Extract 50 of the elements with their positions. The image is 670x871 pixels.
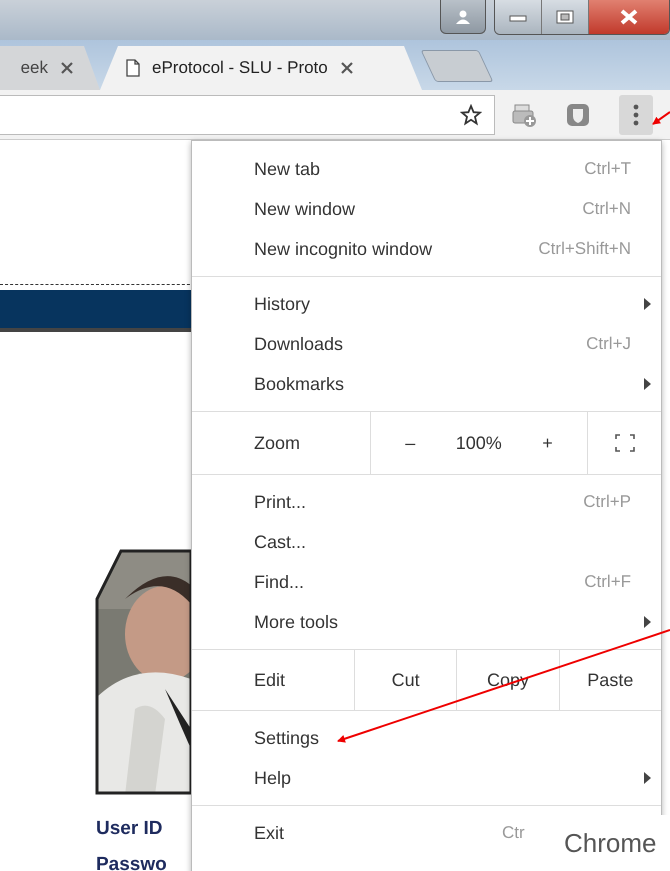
field-label: Passwo <box>96 853 167 871</box>
shield-icon[interactable] <box>565 102 591 128</box>
printer-plus-icon[interactable] <box>511 102 537 128</box>
star-icon[interactable] <box>460 104 482 126</box>
document-icon <box>126 59 140 77</box>
edit-button[interactable]: Cut <box>355 650 458 710</box>
tooltip-text: Chrome <box>564 828 656 858</box>
menu-icon <box>633 104 639 126</box>
menu-item[interactable]: History <box>192 284 661 324</box>
close-icon[interactable] <box>60 61 74 75</box>
maximize-button[interactable] <box>542 0 589 34</box>
maximize-icon <box>556 10 574 24</box>
minimize-button[interactable] <box>495 0 542 34</box>
edit-label: Edit <box>192 650 355 710</box>
fullscreen-icon <box>614 434 634 452</box>
menu-item[interactable]: Print... Ctrl+P <box>192 482 661 522</box>
menu-item[interactable]: Settings <box>192 718 661 758</box>
zoom-label: Zoom <box>192 412 371 474</box>
close-icon <box>619 9 639 25</box>
shortcut-text: Ctrl+N <box>582 199 631 219</box>
menu-item[interactable]: Find... Ctrl+F <box>192 562 661 602</box>
menu-item[interactable]: Help <box>192 758 661 798</box>
menu-item[interactable]: Downloads Ctrl+J <box>192 324 661 364</box>
shortcut-text: Ctr <box>502 823 525 843</box>
close-icon[interactable] <box>340 61 354 75</box>
edit-button[interactable]: Paste <box>560 650 661 710</box>
shortcut-text: Ctrl+F <box>584 572 631 592</box>
menu-item[interactable]: New window Ctrl+N <box>192 189 661 229</box>
close-button[interactable] <box>589 0 669 34</box>
menu-item[interactable]: Bookmarks <box>192 364 661 404</box>
menu-item[interactable]: New tab Ctrl+T <box>192 149 661 189</box>
arrow <box>652 111 670 125</box>
menu-button[interactable] <box>619 94 653 134</box>
shortcut-text: Ctrl+T <box>584 159 631 179</box>
menu-item[interactable]: More tools <box>192 602 661 642</box>
shortcut-text: Ctrl+J <box>586 334 631 354</box>
shortcut-text: Ctrl+P <box>583 492 631 512</box>
zoom-out-button[interactable]: – <box>397 428 424 458</box>
tab-label: eProtocol - SLU - Proto <box>152 58 328 78</box>
profile-button[interactable] <box>440 0 486 34</box>
zoom-in-button[interactable]: + <box>534 428 561 458</box>
tab[interactable]: eProtocol - SLU - Proto <box>100 46 422 90</box>
shortcut-text: Ctrl+Shift+N <box>538 239 631 259</box>
zoom-value: 100% <box>456 432 502 454</box>
field-label: User ID <box>96 817 163 841</box>
menu-item[interactable]: Cast... <box>192 522 661 562</box>
person-icon <box>455 8 471 24</box>
tab[interactable]: eek <box>0 46 100 90</box>
tab-label: eek <box>20 58 48 78</box>
menu-item[interactable]: New incognito window Ctrl+Shift+N <box>192 229 661 269</box>
